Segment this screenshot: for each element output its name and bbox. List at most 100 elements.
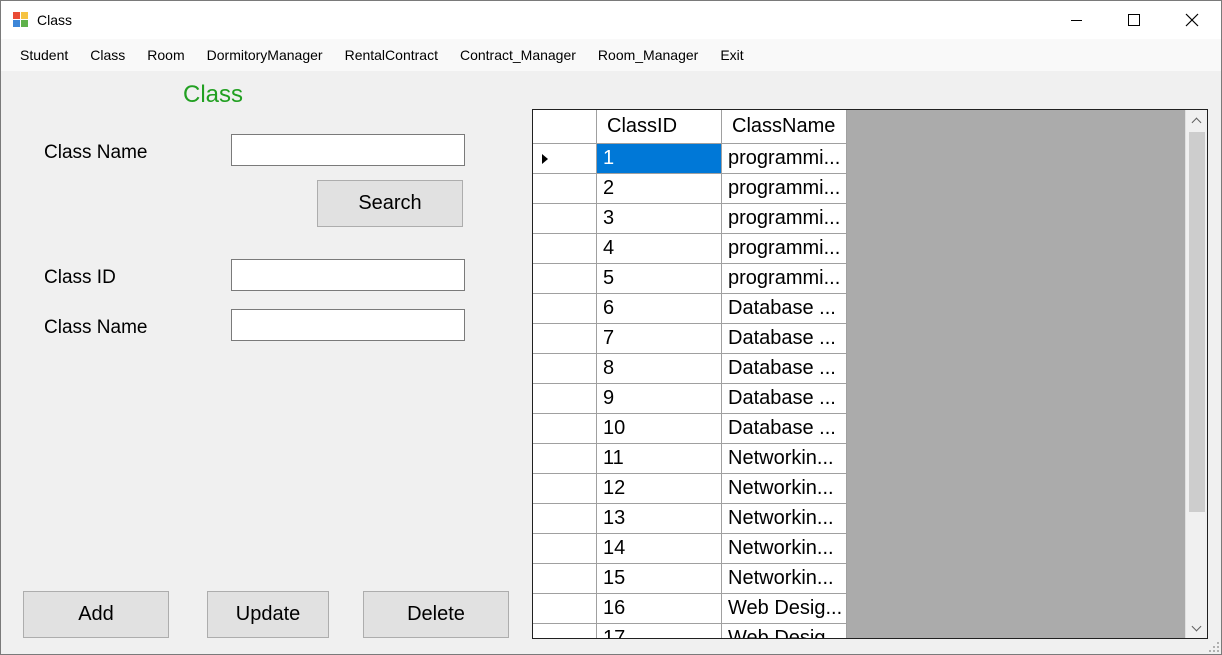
add-button[interactable]: Add (23, 591, 169, 638)
table-row[interactable]: 11 Networkin... (533, 444, 847, 474)
row-header[interactable] (533, 294, 597, 324)
table-row[interactable]: 12 Networkin... (533, 474, 847, 504)
cell-classname[interactable]: Database ... (722, 354, 847, 384)
cell-classid[interactable]: 2 (597, 174, 722, 204)
cell-classname[interactable]: Networkin... (722, 474, 847, 504)
delete-button[interactable]: Delete (363, 591, 509, 638)
class-name-input[interactable] (231, 309, 465, 341)
row-header[interactable] (533, 504, 597, 534)
row-header[interactable] (533, 624, 597, 638)
table-row[interactable]: 6 Database ... (533, 294, 847, 324)
cell-classid[interactable]: 6 (597, 294, 722, 324)
vertical-scrollbar[interactable] (1185, 110, 1207, 638)
menu-room-manager[interactable]: Room_Manager (587, 43, 709, 67)
row-header[interactable] (533, 444, 597, 474)
cell-classid[interactable]: 17 (597, 624, 722, 638)
cell-classname[interactable]: programmi... (722, 264, 847, 294)
minimize-button[interactable] (1047, 1, 1105, 39)
cell-classid[interactable]: 1 (597, 144, 722, 174)
scroll-up-button[interactable] (1186, 110, 1207, 130)
menu-room[interactable]: Room (136, 43, 195, 67)
cell-classname[interactable]: programmi... (722, 174, 847, 204)
grid-corner-header[interactable] (533, 110, 597, 144)
menu-dormitory-manager[interactable]: DormitoryManager (196, 43, 334, 67)
cell-classid[interactable]: 7 (597, 324, 722, 354)
class-id-input[interactable] (231, 259, 465, 291)
table-row[interactable]: 10 Database ... (533, 414, 847, 444)
column-header-classname[interactable]: ClassName (722, 110, 847, 144)
cell-classid[interactable]: 10 (597, 414, 722, 444)
table-row[interactable]: 9 Database ... (533, 384, 847, 414)
cell-classname[interactable]: programmi... (722, 234, 847, 264)
cell-classname[interactable]: Database ... (722, 384, 847, 414)
table-row[interactable]: 1 programmi... (533, 144, 847, 174)
cell-classid[interactable]: 5 (597, 264, 722, 294)
row-header[interactable] (533, 174, 597, 204)
table-row[interactable]: 4 programmi... (533, 234, 847, 264)
cell-classname[interactable]: programmi... (722, 144, 847, 174)
cell-classid[interactable]: 11 (597, 444, 722, 474)
cell-classid[interactable]: 14 (597, 534, 722, 564)
update-button[interactable]: Update (207, 591, 329, 638)
search-class-name-input[interactable] (231, 134, 465, 166)
row-header[interactable] (533, 414, 597, 444)
cell-classid[interactable]: 15 (597, 564, 722, 594)
cell-classname[interactable]: programmi... (722, 204, 847, 234)
close-button[interactable] (1163, 1, 1221, 39)
table-row[interactable]: 13 Networkin... (533, 504, 847, 534)
title-bar[interactable]: Class (1, 1, 1221, 39)
table-row[interactable]: 7 Database ... (533, 324, 847, 354)
cell-classid[interactable]: 3 (597, 204, 722, 234)
resize-grip-icon[interactable] (1209, 642, 1219, 652)
table-row[interactable]: 16 Web Desig... (533, 594, 847, 624)
form-title: Class (183, 81, 244, 108)
cell-classname[interactable]: Database ... (722, 324, 847, 354)
row-header[interactable] (533, 534, 597, 564)
main-window: Class Student Class Room DormitoryManage… (0, 0, 1222, 655)
table-row[interactable]: 3 programmi... (533, 204, 847, 234)
row-header[interactable] (533, 564, 597, 594)
table-row[interactable]: 8 Database ... (533, 354, 847, 384)
table-row[interactable]: 5 programmi... (533, 264, 847, 294)
scrollbar-thumb[interactable] (1189, 132, 1205, 512)
cell-classid[interactable]: 9 (597, 384, 722, 414)
cell-classid[interactable]: 16 (597, 594, 722, 624)
app-icon (13, 12, 29, 28)
table-row[interactable]: 17 Web Desig... (533, 624, 847, 638)
row-header[interactable] (533, 324, 597, 354)
table-row[interactable]: 2 programmi... (533, 174, 847, 204)
cell-classid[interactable]: 8 (597, 354, 722, 384)
menu-student[interactable]: Student (9, 43, 79, 67)
column-header-classid[interactable]: ClassID (597, 110, 722, 144)
row-header[interactable] (533, 594, 597, 624)
table-row[interactable]: 14 Networkin... (533, 534, 847, 564)
scroll-down-button[interactable] (1186, 618, 1207, 638)
menu-rental-contract[interactable]: RentalContract (334, 43, 449, 67)
class-name-label: Class Name (44, 317, 148, 338)
cell-classname[interactable]: Networkin... (722, 504, 847, 534)
cell-classname[interactable]: Networkin... (722, 564, 847, 594)
cell-classname[interactable]: Networkin... (722, 444, 847, 474)
cell-classname[interactable]: Database ... (722, 414, 847, 444)
class-data-grid[interactable]: ClassID ClassName 1 programmi... 2 programm… (532, 109, 1208, 639)
row-header[interactable] (533, 264, 597, 294)
cell-classid[interactable]: 13 (597, 504, 722, 534)
menu-class[interactable]: Class (79, 43, 136, 67)
cell-classname[interactable]: Networkin... (722, 534, 847, 564)
row-header[interactable] (533, 144, 597, 174)
cell-classname[interactable]: Database ... (722, 294, 847, 324)
table-row[interactable]: 15 Networkin... (533, 564, 847, 594)
row-header[interactable] (533, 474, 597, 504)
cell-classid[interactable]: 12 (597, 474, 722, 504)
menu-exit[interactable]: Exit (709, 43, 754, 67)
cell-classname[interactable]: Web Desig... (722, 594, 847, 624)
row-header[interactable] (533, 204, 597, 234)
search-button[interactable]: Search (317, 180, 463, 227)
menu-contract-manager[interactable]: Contract_Manager (449, 43, 587, 67)
maximize-button[interactable] (1105, 1, 1163, 39)
row-header[interactable] (533, 384, 597, 414)
row-header[interactable] (533, 354, 597, 384)
cell-classid[interactable]: 4 (597, 234, 722, 264)
cell-classname[interactable]: Web Desig... (722, 624, 847, 638)
row-header[interactable] (533, 234, 597, 264)
